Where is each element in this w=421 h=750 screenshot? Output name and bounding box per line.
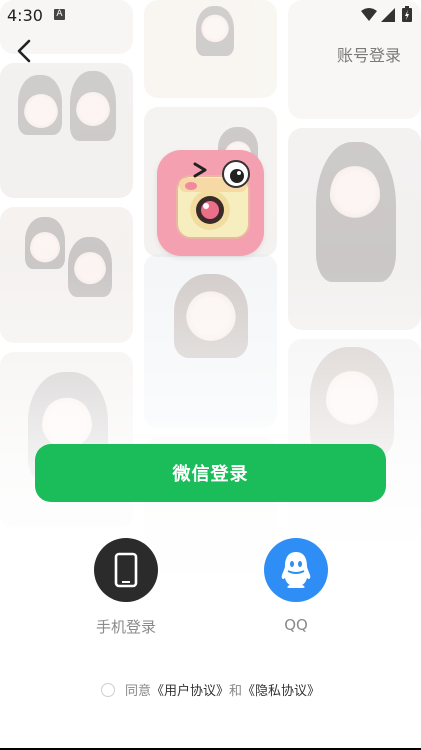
app-logo (157, 150, 264, 256)
collage-fade-overlay (0, 0, 421, 600)
wifi-icon (361, 8, 377, 21)
agreement-row: 同意《用户协议》和《隐私协议》 (0, 680, 421, 699)
phone-login-button[interactable] (94, 538, 158, 602)
qq-login-button[interactable] (264, 538, 328, 602)
status-bar: 4:30 A (0, 0, 421, 30)
battery-icon (402, 6, 412, 22)
wechat-login-button[interactable]: 微信登录 (35, 444, 386, 502)
user-agreement-link[interactable]: 《用户协议》 (151, 684, 229, 699)
privacy-policy-link[interactable]: 《隐私协议》 (242, 684, 320, 699)
camera-face-icon (176, 160, 250, 239)
back-arrow-icon[interactable] (12, 38, 38, 64)
phone-login-label: 手机登录 (95, 618, 156, 636)
notification-icon: A (54, 9, 65, 20)
phone-icon (114, 552, 138, 588)
phone-login-option[interactable]: 手机登录 (76, 538, 176, 637)
agree-checkbox[interactable] (100, 683, 115, 697)
qq-login-label: QQ (284, 616, 308, 634)
signal-icon (381, 8, 395, 22)
qq-penguin-icon (281, 552, 311, 588)
status-time: 4:30 (7, 6, 43, 25)
qq-login-option[interactable]: QQ (246, 538, 346, 634)
agreement-prefix: 同意 (124, 684, 151, 699)
agreement-conjunction: 和 (229, 684, 243, 699)
account-login-link[interactable]: 账号登录 (337, 42, 401, 66)
